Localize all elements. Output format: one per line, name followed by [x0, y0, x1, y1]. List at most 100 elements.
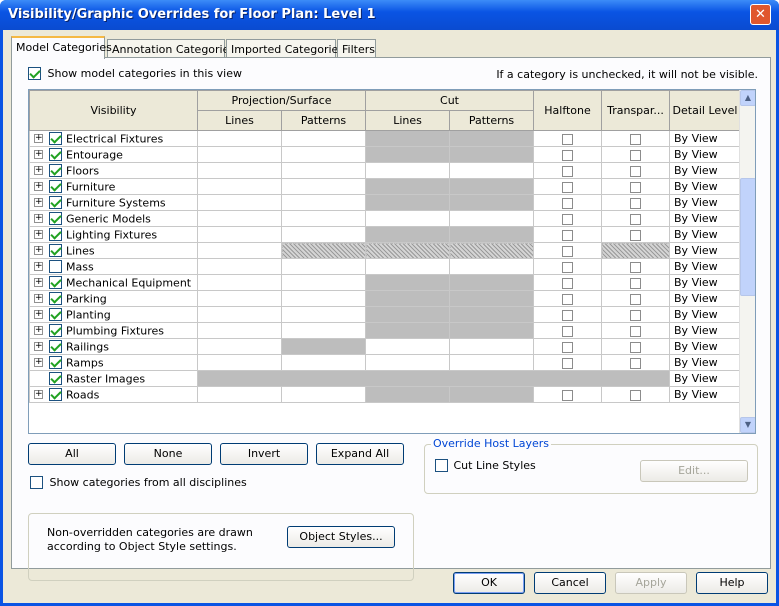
halftone-cell[interactable] — [533, 354, 603, 371]
category-visibility-checkbox[interactable] — [49, 164, 62, 178]
category-visibility-checkbox[interactable] — [49, 308, 62, 322]
cut-line-styles[interactable]: Cut Line Styles — [435, 458, 536, 472]
expand-icon[interactable]: + — [34, 246, 43, 256]
edit-button[interactable]: Edit... — [640, 460, 748, 482]
cut-patterns-cell[interactable] — [449, 178, 535, 195]
category-visibility-checkbox[interactable] — [49, 292, 62, 306]
projection-patterns-cell[interactable] — [280, 354, 367, 371]
projection-lines-cell[interactable] — [197, 210, 282, 227]
detail-level-cell[interactable]: By View — [669, 306, 742, 323]
halftone-cell[interactable] — [533, 146, 603, 163]
col-transparency[interactable]: Transpar... — [601, 90, 671, 131]
expand-icon[interactable]: + — [34, 310, 43, 320]
table-row[interactable]: + Mass By View — [29, 258, 742, 275]
category-visibility-checkbox[interactable] — [49, 372, 62, 386]
detail-level-cell[interactable]: By View — [669, 242, 742, 259]
halftone-cell[interactable] — [533, 306, 603, 323]
category-visibility-checkbox[interactable] — [49, 196, 62, 210]
cut-patterns-cell[interactable] — [449, 146, 535, 163]
category-name-cell[interactable]: + Ramps — [29, 354, 198, 371]
category-name-cell[interactable]: + Mass — [29, 258, 198, 275]
category-visibility-checkbox[interactable] — [49, 388, 62, 402]
scroll-up-button[interactable]: ▲ — [740, 90, 755, 106]
projection-lines-cell[interactable] — [197, 354, 282, 371]
projection-lines-cell[interactable] — [197, 258, 282, 275]
category-visibility-checkbox[interactable] — [49, 324, 62, 338]
transparency-checkbox[interactable] — [630, 309, 642, 321]
category-name-cell[interactable]: + Mechanical Equipment — [29, 274, 198, 291]
transparency-cell[interactable] — [601, 258, 671, 275]
transparency-cell[interactable] — [601, 306, 671, 323]
table-row[interactable]: + Railings By View — [29, 338, 742, 355]
halftone-checkbox[interactable] — [562, 277, 574, 289]
expand-icon[interactable]: + — [34, 134, 43, 144]
transparency-cell[interactable] — [601, 130, 671, 147]
projection-lines-cell[interactable] — [197, 146, 282, 163]
table-row[interactable]: + Electrical Fixtures By View — [29, 130, 742, 147]
expand-icon[interactable]: + — [34, 150, 43, 160]
projection-lines-cell[interactable] — [197, 338, 282, 355]
table-row[interactable]: + Entourage By View — [29, 146, 742, 163]
projection-lines-cell[interactable] — [197, 322, 282, 339]
cut-lines-cell[interactable] — [365, 226, 451, 243]
halftone-checkbox[interactable] — [562, 389, 574, 401]
projection-patterns-cell[interactable] — [280, 210, 367, 227]
halftone-cell[interactable] — [533, 162, 603, 179]
detail-level-cell[interactable]: By View — [669, 226, 742, 243]
table-row[interactable]: + Lighting Fixtures By View — [29, 226, 742, 243]
halftone-checkbox[interactable] — [562, 181, 574, 193]
expand-icon[interactable]: + — [34, 262, 43, 272]
projection-lines-cell[interactable] — [197, 162, 282, 179]
category-name-cell[interactable]: + Lighting Fixtures — [29, 226, 198, 243]
category-name-cell[interactable]: + Generic Models — [29, 210, 198, 227]
cut-patterns-cell[interactable] — [449, 130, 535, 147]
halftone-checkbox[interactable] — [562, 261, 574, 273]
halftone-cell[interactable] — [533, 386, 603, 403]
table-row[interactable]: + Parking By View — [29, 290, 742, 307]
halftone-cell[interactable] — [533, 322, 603, 339]
projection-patterns-cell[interactable] — [280, 306, 367, 323]
halftone-cell[interactable] — [533, 194, 603, 211]
all-button[interactable]: All — [28, 443, 116, 465]
projection-patterns-cell[interactable] — [280, 194, 367, 211]
halftone-checkbox[interactable] — [562, 229, 574, 241]
col-visibility[interactable]: Visibility — [29, 90, 198, 131]
cut-patterns-cell[interactable] — [449, 338, 535, 355]
transparency-cell[interactable] — [601, 146, 671, 163]
transparency-cell[interactable] — [601, 290, 671, 307]
halftone-checkbox[interactable] — [562, 245, 574, 257]
cut-patterns-cell[interactable] — [449, 258, 535, 275]
scroll-down-button[interactable]: ▼ — [740, 417, 755, 433]
object-styles-button[interactable]: Object Styles... — [287, 526, 395, 548]
cancel-button[interactable]: Cancel — [534, 572, 606, 594]
detail-level-cell[interactable]: By View — [669, 354, 742, 371]
transparency-checkbox[interactable] — [630, 261, 642, 273]
cut-patterns-cell[interactable] — [449, 194, 535, 211]
ok-button[interactable]: OK — [453, 572, 525, 594]
halftone-cell[interactable] — [533, 130, 603, 147]
projection-patterns-cell[interactable] — [280, 130, 367, 147]
table-row[interactable]: + Roads By View — [29, 386, 742, 403]
category-name-cell[interactable]: + Railings — [29, 338, 198, 355]
cut-line-styles-checkbox[interactable] — [435, 458, 448, 472]
cut-patterns-cell[interactable] — [449, 354, 535, 371]
cut-lines-cell[interactable] — [365, 162, 451, 179]
projection-lines-cell[interactable] — [197, 130, 282, 147]
projection-patterns-cell[interactable] — [280, 258, 367, 275]
cut-lines-cell[interactable] — [365, 306, 451, 323]
category-name-cell[interactable]: Raster Images — [29, 370, 198, 387]
projection-lines-cell[interactable] — [197, 386, 282, 403]
table-row[interactable]: + Generic Models By View — [29, 210, 742, 227]
detail-level-cell[interactable]: By View — [669, 146, 742, 163]
scroll-thumb[interactable] — [740, 178, 755, 296]
transparency-checkbox[interactable] — [630, 357, 642, 369]
projection-lines-cell[interactable] — [197, 306, 282, 323]
show-model-checkbox[interactable] — [28, 66, 41, 80]
transparency-cell[interactable] — [601, 274, 671, 291]
category-name-cell[interactable]: + Furniture Systems — [29, 194, 198, 211]
halftone-cell[interactable] — [533, 338, 603, 355]
cut-lines-cell[interactable] — [365, 290, 451, 307]
tab-model-categories[interactable]: Model Categories — [11, 36, 112, 59]
transparency-cell[interactable] — [601, 242, 671, 259]
category-name-cell[interactable]: + Entourage — [29, 146, 198, 163]
